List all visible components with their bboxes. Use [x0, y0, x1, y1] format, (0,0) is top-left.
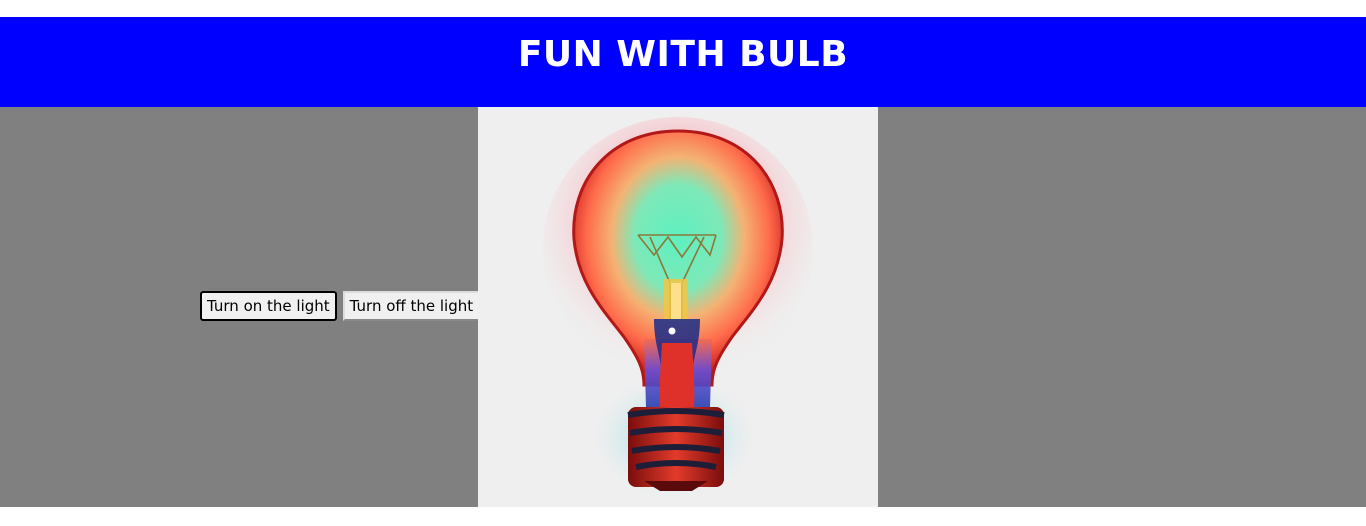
lightbulb-icon — [543, 117, 813, 497]
page-header: FUN WITH BULB — [0, 17, 1366, 107]
page-title: FUN WITH BULB — [517, 34, 849, 75]
bottom-spacer — [0, 507, 1366, 526]
turn-off-button[interactable]: Turn off the light — [342, 291, 481, 321]
bulb-area: Turn on the light Turn off the light — [0, 107, 1366, 507]
top-spacer — [0, 0, 1366, 17]
bulb-image — [478, 107, 878, 507]
light-controls: Turn on the light Turn off the light — [200, 291, 481, 321]
turn-on-button[interactable]: Turn on the light — [200, 291, 337, 321]
